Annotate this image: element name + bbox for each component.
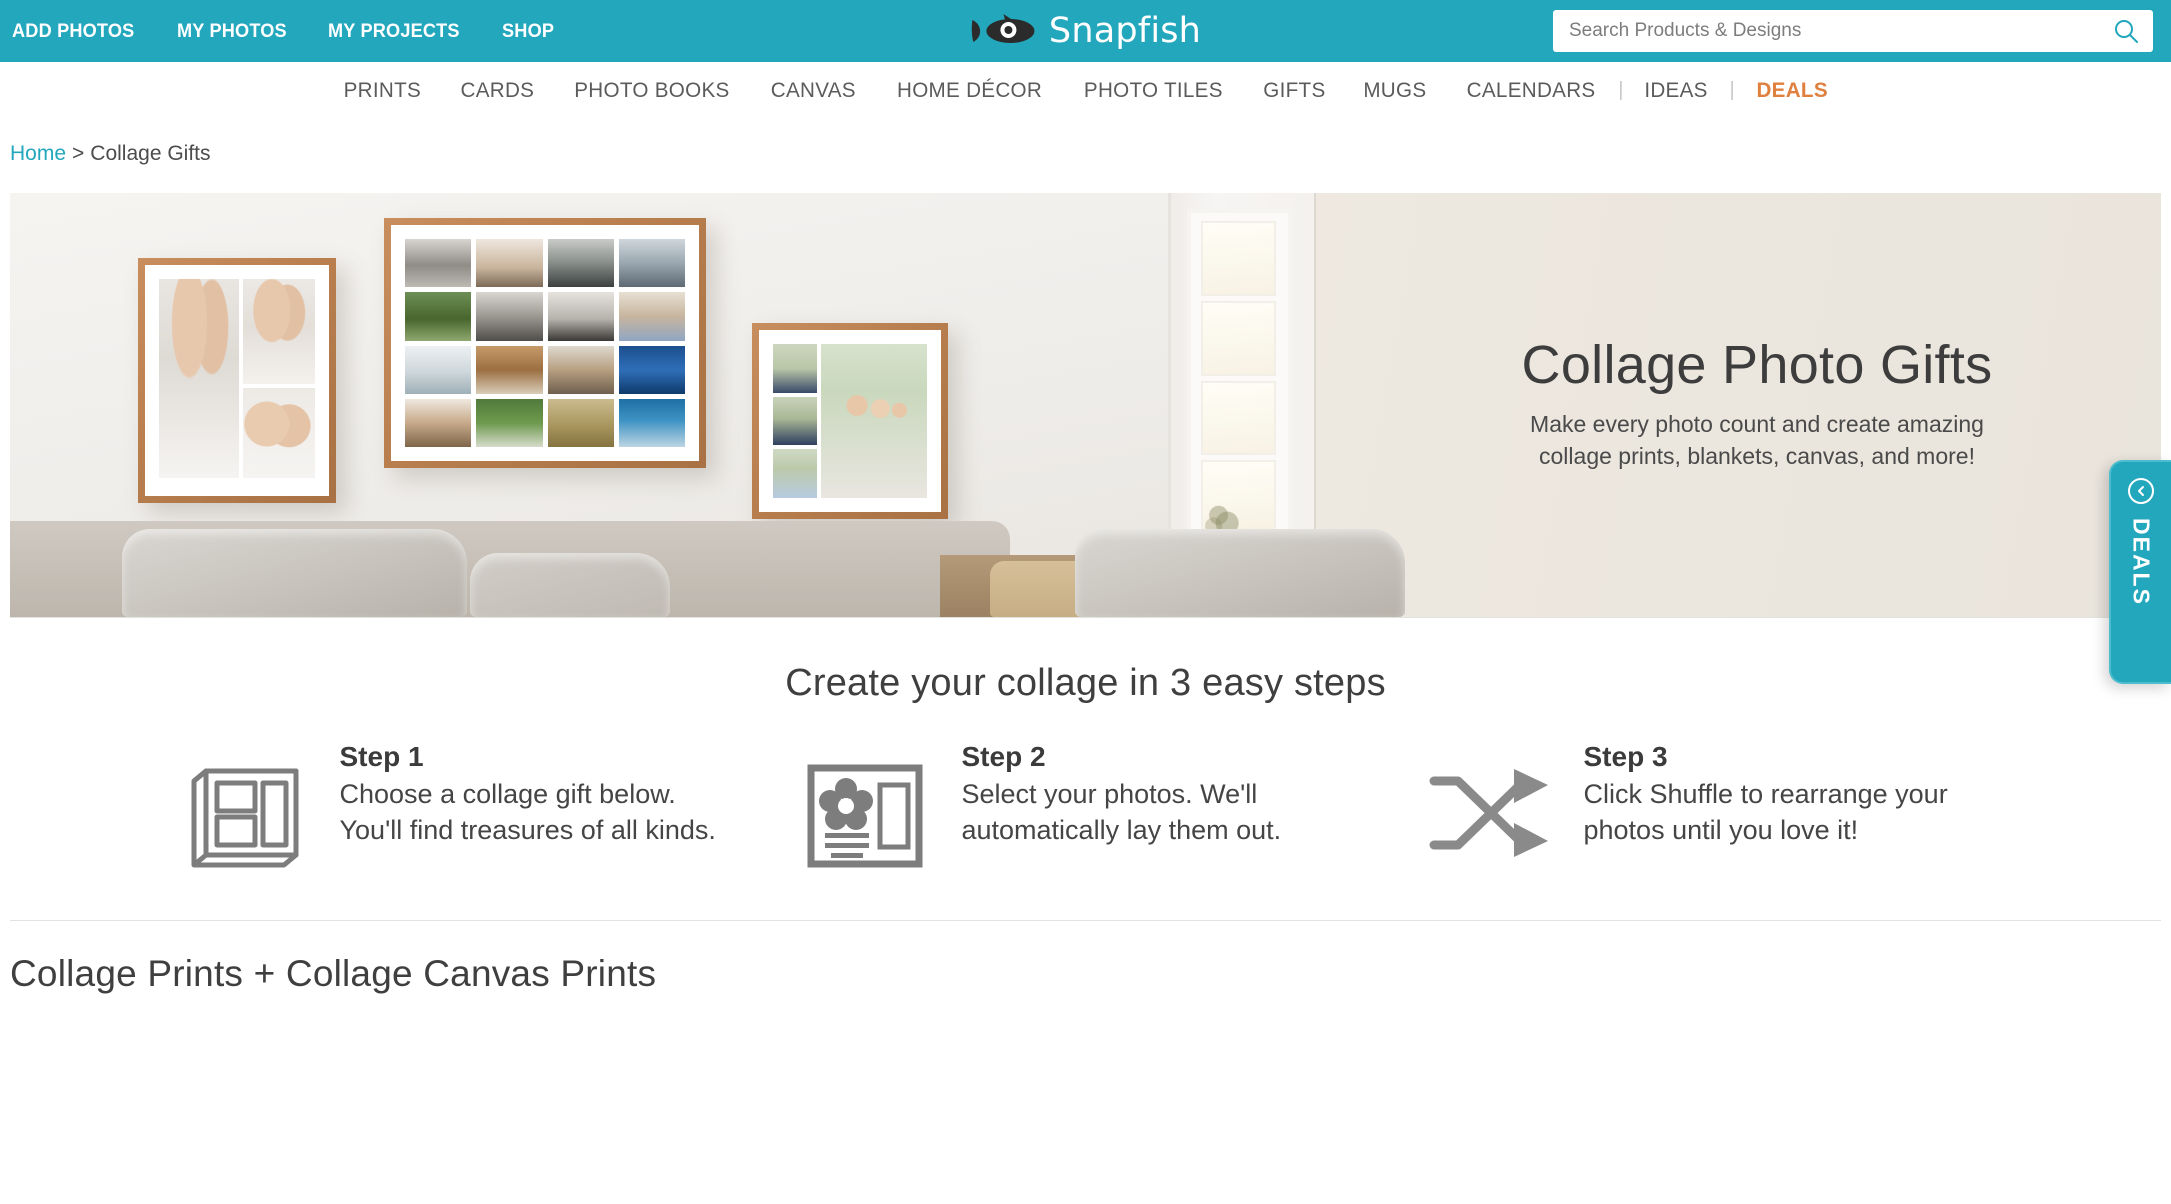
nav-item-photo-books[interactable]: PHOTO BOOKS [557, 78, 747, 103]
nav-separator-2: | [1729, 78, 1735, 101]
collage-photo [159, 279, 239, 478]
nav-item-prints[interactable]: PRINTS [326, 78, 438, 103]
sofa [10, 499, 1170, 617]
nav-item-photo-tiles[interactable]: PHOTO TILES [1067, 78, 1240, 103]
hero-title: Collage Photo Gifts [1521, 335, 1993, 395]
nav-item-cards[interactable]: CARDS [443, 78, 551, 103]
step-1: Step 1 Choose a collage gift below. You'… [184, 739, 744, 880]
section-divider-top [10, 617, 2161, 618]
step-3: Step 3 Click Shuffle to rearrange your p… [1428, 739, 1988, 880]
nav-item-gifts[interactable]: GIFTS [1246, 78, 1343, 103]
collage-photo [405, 239, 472, 288]
wall-art-grid-collage [384, 218, 706, 468]
breadcrumb-separator: > [72, 142, 85, 165]
wall-art-twins-collage [138, 258, 336, 503]
collage-photo [405, 345, 472, 394]
hero-text-block: Collage Photo Gifts Make every photo cou… [1401, 193, 2161, 617]
steps-row: Step 1 Choose a collage gift below. You'… [0, 705, 2171, 920]
collage-photo [618, 239, 685, 288]
steps-section-title: Create your collage in 3 easy steps [785, 662, 1386, 704]
collage-photo [773, 396, 818, 446]
step-3-heading: Step 3 [1583, 741, 1668, 772]
shuffle-icon [1428, 739, 1558, 868]
fish-icon [971, 14, 1034, 43]
topbar-link-my-photos[interactable]: MY PHOTOS [177, 20, 287, 43]
collage-photo [618, 398, 685, 447]
nav-item-home-decor[interactable]: HOME DÉCOR [880, 78, 1060, 103]
collage-photo [773, 344, 818, 393]
collage-photo [618, 345, 685, 394]
topbar-link-add-photos[interactable]: ADD PHOTOS [12, 20, 134, 43]
collage-photo [547, 398, 614, 447]
cushion [470, 553, 670, 617]
snapfish-logo[interactable]: Snapfish [970, 11, 1201, 51]
door-pane [1201, 300, 1276, 376]
wall-art-family-collage [752, 323, 948, 519]
breadcrumb-home-link[interactable]: Home [10, 142, 66, 166]
collage-photo [476, 398, 543, 447]
collage-photo [547, 345, 614, 394]
step-1-heading: Step 1 [339, 741, 424, 772]
breadcrumb: Home > Collage Gifts [0, 118, 2171, 166]
nav-item-ideas[interactable]: IDEAS [1627, 78, 1725, 103]
collage-prints-section-title: Collage Prints + Collage Canvas Prints [10, 953, 657, 994]
search-bar[interactable] [1553, 10, 2153, 52]
top-utility-bar: ADD PHOTOS MY PHOTOS MY PROJECTS SHOP Sn… [0, 0, 2171, 62]
collage-photo [476, 239, 543, 288]
nav-item-canvas[interactable]: CANVAS [754, 78, 874, 103]
collage-photo [476, 345, 543, 394]
collage-photo [547, 292, 614, 341]
main-navigation: PRINTS CARDS PHOTO BOOKS CANVAS HOME DÉC… [0, 62, 2171, 118]
collage-photo [618, 292, 685, 341]
collage-photo [405, 398, 472, 447]
collage-photo [242, 388, 315, 478]
hero-subtitle: Make every photo count and create amazin… [1530, 410, 1984, 470]
collage-photo [547, 239, 614, 288]
hero-banner: Collage Photo Gifts Make every photo cou… [10, 193, 2161, 617]
deals-side-tab-label: DEALS [2128, 518, 2155, 606]
collage-photo [476, 292, 543, 341]
photo-layout-icon [806, 739, 936, 874]
step-2-heading: Step 2 [961, 741, 1046, 772]
topbar-link-shop[interactable]: SHOP [502, 20, 554, 43]
chevron-left-icon[interactable] [2128, 478, 2154, 504]
deals-side-tab[interactable]: DEALS [2109, 460, 2171, 684]
collage-photo [242, 279, 315, 385]
framed-collage-icon [184, 739, 314, 880]
step-2-text: Select your photos. We'll automatically … [961, 779, 1282, 845]
cushion [122, 529, 467, 617]
step-1-text: Choose a collage gift below. You'll find… [339, 779, 716, 845]
nav-item-mugs[interactable]: MUGS [1346, 78, 1444, 103]
door-pane [1201, 380, 1276, 456]
step-2: Step 2 Select your photos. We'll automat… [806, 739, 1366, 880]
collage-photo [821, 344, 927, 498]
nav-item-deals[interactable]: DEALS [1739, 78, 1845, 103]
step-3-text: Click Shuffle to rearrange your photos u… [1583, 779, 1948, 845]
collage-photo [773, 449, 818, 498]
breadcrumb-current: Collage Gifts [90, 142, 211, 165]
search-icon[interactable] [2113, 18, 2139, 44]
door-pane [1201, 221, 1276, 296]
collage-photo [405, 292, 472, 341]
logo-text: Snapfish [1048, 11, 1202, 51]
search-input[interactable] [1567, 10, 2113, 52]
topbar-link-my-projects[interactable]: MY PROJECTS [328, 20, 460, 43]
cushion [1075, 529, 1405, 617]
nav-item-calendars[interactable]: CALENDARS [1450, 78, 1613, 103]
top-utility-links: ADD PHOTOS MY PHOTOS MY PROJECTS SHOP [0, 20, 558, 43]
nav-separator-1: | [1618, 78, 1624, 101]
